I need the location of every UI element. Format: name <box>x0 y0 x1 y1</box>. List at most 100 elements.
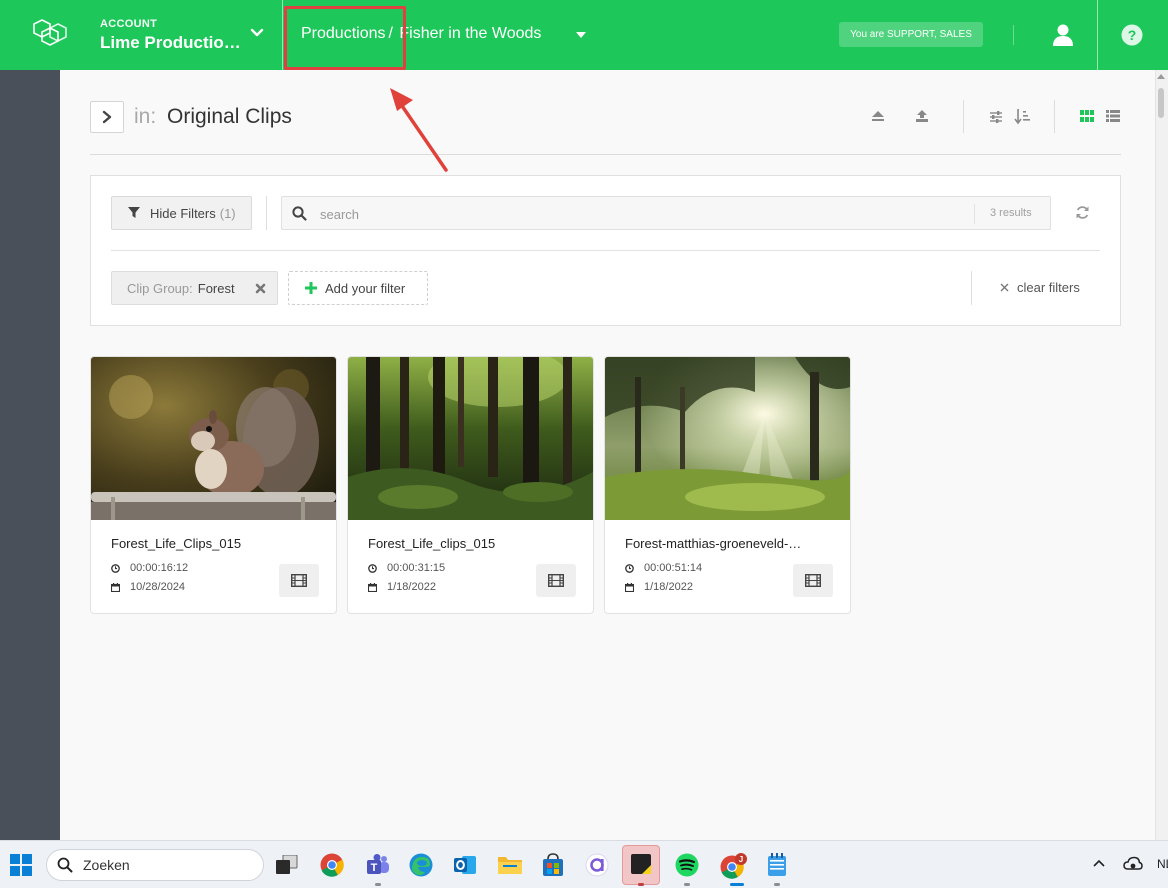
clip-thumbnail[interactable] <box>605 357 850 520</box>
eject-icon[interactable] <box>871 110 885 122</box>
upload-icon[interactable] <box>915 109 929 123</box>
running-indicator <box>638 883 644 886</box>
clip-card[interactable]: Forest-matthias-groeneveld-… 00:00:51:14… <box>604 356 851 614</box>
outlook-icon[interactable] <box>453 853 477 877</box>
toolbar-divider <box>963 100 964 133</box>
open-clip-button[interactable] <box>793 564 833 597</box>
scrollbar-thumb[interactable] <box>1158 88 1164 118</box>
toolbar-divider <box>1054 100 1055 133</box>
scroll-up-arrow-icon[interactable] <box>1157 74 1165 79</box>
task-view-icon[interactable] <box>276 855 298 875</box>
caret-down-icon[interactable] <box>575 31 587 39</box>
calendar-icon <box>625 582 634 592</box>
teams-icon[interactable]: T <box>366 853 390 877</box>
clip-date-value: 10/28/2024 <box>130 581 186 593</box>
user-icon[interactable] <box>1052 23 1074 47</box>
add-filter-label: Add your filter <box>325 280 406 296</box>
clip-title[interactable]: Forest-matthias-groeneveld-… <box>625 536 835 551</box>
windows-start-icon[interactable] <box>10 854 32 876</box>
clip-title[interactable]: Forest_Life_clips_015 <box>368 536 578 551</box>
active-filter-count: (1) <box>219 205 236 221</box>
film-icon <box>548 574 564 587</box>
clip-date: 1/18/2022 <box>625 581 693 593</box>
clip-card[interactable]: Forest_Life_clips_015 00:00:31:15 1/18/2… <box>347 356 594 614</box>
edge-icon[interactable] <box>409 853 433 877</box>
clip-title[interactable]: Forest_Life_Clips_015 <box>111 536 321 551</box>
account-name[interactable]: Lime Productio… <box>100 33 241 53</box>
calendar-icon <box>368 582 377 592</box>
clip-thumbnail[interactable] <box>91 357 336 520</box>
calendar-icon <box>111 582 120 592</box>
divider <box>971 271 972 305</box>
account-label: ACCOUNT <box>100 18 158 30</box>
divider <box>111 250 1100 251</box>
clear-filters-label: clear filters <box>1017 280 1080 295</box>
running-indicator <box>774 883 780 886</box>
clip-date: 10/28/2024 <box>111 581 185 593</box>
search-field: 3 results <box>281 196 1051 230</box>
top-bar: ACCOUNT Lime Productio… Productions / Fis… <box>0 0 1168 70</box>
clip-thumbnail[interactable] <box>348 357 593 520</box>
clock-icon <box>625 563 634 573</box>
active-filter-chip[interactable]: Clip Group: Forest <box>111 271 278 305</box>
remove-filter-icon[interactable] <box>255 283 266 294</box>
film-icon <box>805 574 821 587</box>
filter-funnel-icon <box>128 207 140 218</box>
chevron-up-icon[interactable] <box>1093 859 1105 867</box>
clip-duration-value: 00:00:31:15 <box>387 562 446 574</box>
notepad-icon[interactable] <box>766 853 788 877</box>
open-clip-button[interactable] <box>279 564 319 597</box>
divider <box>1013 25 1014 45</box>
taskbar-search-label: Zoeken <box>83 857 130 873</box>
chrome-profile-icon[interactable]: J <box>720 853 748 879</box>
scrollbar[interactable] <box>1155 70 1168 840</box>
search-input[interactable] <box>320 204 970 224</box>
hide-filters-label: Hide Filters <box>150 205 216 221</box>
running-indicator <box>684 883 690 886</box>
notes-icon[interactable] <box>630 853 652 875</box>
annotation-highlight-box <box>284 6 406 70</box>
close-icon <box>1000 283 1009 292</box>
add-filter-button[interactable]: Add your filter <box>288 271 428 305</box>
file-explorer-icon[interactable] <box>497 853 523 875</box>
folder-prefix-label: in: <box>134 105 157 128</box>
sort-icon[interactable] <box>1014 108 1030 125</box>
network-cloud-icon[interactable] <box>1123 856 1143 872</box>
filter-chip-value: Forest <box>197 280 235 296</box>
refresh-icon[interactable] <box>1075 205 1090 220</box>
clip-card[interactable]: Forest_Life_Clips_015 00:00:16:12 10/28/… <box>90 356 337 614</box>
sliders-icon[interactable] <box>989 110 1003 124</box>
spotify-icon[interactable] <box>675 853 699 877</box>
clip-duration: 00:00:51:14 <box>625 562 702 574</box>
language-indicator[interactable]: NL <box>1157 857 1168 871</box>
clock-icon <box>111 563 120 573</box>
sidebar-toggle-button[interactable] <box>90 101 124 133</box>
hide-filters-button[interactable]: Hide Filters (1) <box>111 196 252 230</box>
chevron-down-icon[interactable] <box>250 28 264 38</box>
chrome-icon[interactable] <box>320 853 344 877</box>
running-indicator <box>730 883 744 886</box>
app-a-icon[interactable] <box>585 853 609 877</box>
taskbar-search-box[interactable]: Zoeken <box>46 849 264 881</box>
divider <box>266 196 267 230</box>
left-rail <box>0 70 60 840</box>
clock-icon <box>368 563 377 573</box>
open-clip-button[interactable] <box>536 564 576 597</box>
clip-date: 1/18/2022 <box>368 581 436 593</box>
clip-date-value: 1/18/2022 <box>387 581 436 593</box>
svg-text:J: J <box>739 855 743 864</box>
chevron-right-icon <box>102 110 112 124</box>
divider <box>282 0 283 70</box>
clip-duration: 00:00:31:15 <box>368 562 445 574</box>
store-icon[interactable] <box>541 853 565 877</box>
grid-view-icon[interactable] <box>1080 110 1094 122</box>
app-logo-icon[interactable] <box>32 18 68 52</box>
list-view-icon[interactable] <box>1106 110 1120 122</box>
windows-taskbar: Zoeken T J N <box>0 840 1168 888</box>
help-icon[interactable]: ? <box>1121 24 1143 46</box>
account-switcher[interactable]: ACCOUNT Lime Productio… <box>100 18 241 53</box>
clear-filters-button[interactable]: clear filters <box>1000 280 1080 295</box>
divider <box>90 154 1121 155</box>
svg-text:?: ? <box>1128 27 1137 43</box>
breadcrumb-current-production[interactable]: Fisher in the Woods <box>399 25 541 42</box>
